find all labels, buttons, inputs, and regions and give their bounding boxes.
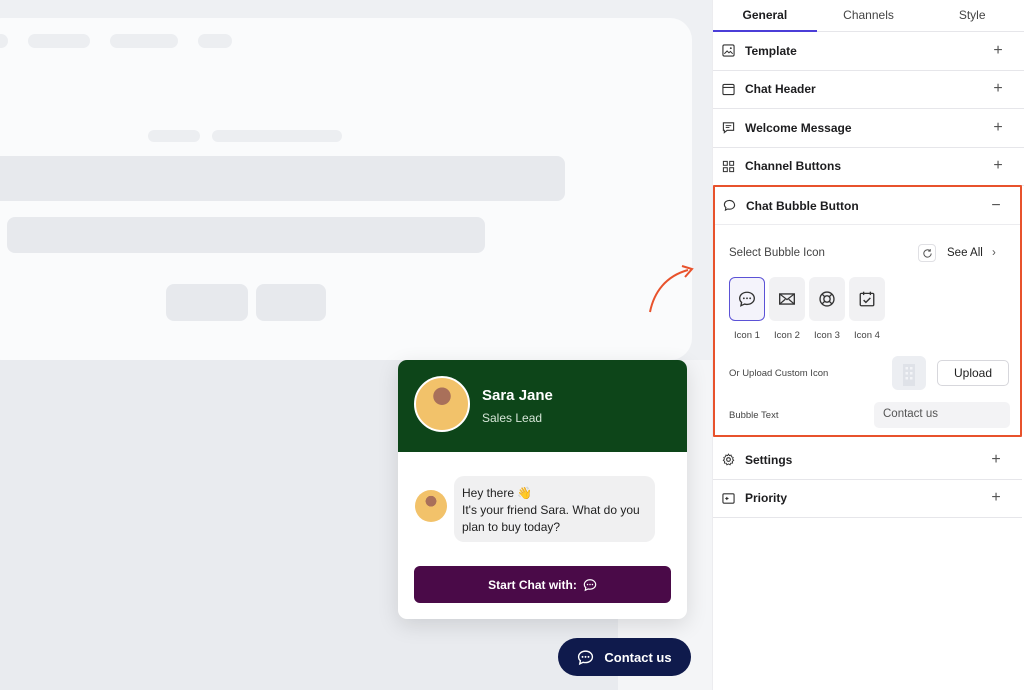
see-all-link[interactable]: See All ›	[947, 247, 996, 259]
section-label: Template	[745, 43, 797, 58]
speech-bubble-icon	[722, 199, 736, 213]
pointer-arrow-icon	[649, 265, 694, 313]
bubble-icon-option-1[interactable]	[729, 277, 765, 321]
settings-tabs: General Channels Style	[713, 0, 1024, 32]
bubble-icon-option-3[interactable]	[809, 277, 845, 321]
skeleton-line	[212, 130, 342, 142]
skeleton-button	[256, 284, 326, 321]
welcome-message-line1: Hey there 👋	[462, 486, 533, 500]
section-label: Channel Buttons	[745, 159, 841, 174]
agent-avatar	[414, 376, 470, 432]
icon-option-label: Icon 2	[774, 330, 800, 341]
section-chat-bubble-button: Chat Bubble Button − Select Bubble Icon …	[713, 185, 1022, 437]
skeleton-block	[7, 217, 485, 253]
agent-avatar-small	[415, 490, 447, 522]
launcher-label: Contact us	[604, 649, 672, 665]
chat-icon	[578, 649, 594, 665]
image-icon	[721, 44, 735, 58]
select-bubble-icon-label: Select Bubble Icon	[729, 247, 825, 259]
envelope-icon	[779, 293, 795, 305]
section-label: Chat Bubble Button	[746, 198, 859, 213]
plus-icon[interactable]: +	[992, 157, 1004, 175]
skeleton-nav	[198, 34, 232, 48]
preview-stage: Sara Jane Sales Lead Hey there 👋 It's yo…	[0, 0, 712, 690]
chat-widget-header: Sara Jane Sales Lead	[398, 360, 687, 452]
plus-icon[interactable]: +	[992, 42, 1004, 60]
plus-icon[interactable]: +	[992, 119, 1004, 137]
skeleton-nav	[28, 34, 90, 48]
lifebuoy-icon	[819, 291, 835, 307]
chat-icon	[739, 291, 755, 307]
chat-widget-preview: Sara Jane Sales Lead Hey there 👋 It's yo…	[398, 360, 687, 619]
chevron-right-icon: ›	[992, 247, 996, 259]
bubble-text-label: Bubble Text	[729, 410, 779, 421]
custom-icon-placeholder	[892, 356, 926, 390]
tab-channels[interactable]: Channels	[817, 0, 921, 31]
bubble-icon-option-4[interactable]	[849, 277, 885, 321]
bubble-icon-option-2[interactable]	[769, 277, 805, 321]
chat-bubble-launcher[interactable]: Contact us	[558, 638, 691, 676]
settings-panel: General Channels Style Template + Chat H…	[712, 0, 1024, 690]
start-chat-label: Start Chat with:	[488, 577, 577, 592]
section-settings[interactable]: Settings +	[713, 441, 1022, 480]
section-template[interactable]: Template +	[713, 32, 1024, 71]
section-label: Chat Header	[745, 82, 816, 97]
section-label: Welcome Message	[745, 120, 852, 135]
upload-custom-icon-label: Or Upload Custom Icon	[729, 368, 829, 379]
plus-icon[interactable]: +	[990, 451, 1002, 469]
bubble-text-input[interactable]: Contact us	[874, 402, 1010, 428]
skeleton-line	[148, 130, 200, 142]
section-label: Settings	[745, 452, 793, 467]
window-icon	[721, 82, 735, 96]
agent-role: Sales Lead	[482, 411, 543, 425]
welcome-message-bubble: Hey there 👋 It's your friend Sara. What …	[454, 476, 655, 542]
building-icon	[903, 364, 915, 386]
see-all-label: See All	[947, 247, 983, 259]
section-channel-buttons[interactable]: Channel Buttons +	[713, 148, 1024, 186]
skeleton-nav	[110, 34, 178, 48]
section-label: Priority	[745, 491, 788, 506]
plus-icon[interactable]: +	[990, 489, 1002, 507]
icon-option-label: Icon 1	[734, 330, 760, 341]
section-welcome-message[interactable]: Welcome Message +	[713, 109, 1024, 148]
icon-option-label: Icon 3	[814, 330, 840, 341]
lower-sections: Settings + Priority +	[713, 441, 1022, 518]
tab-style[interactable]: Style	[920, 0, 1024, 31]
skeleton-block	[0, 156, 565, 201]
section-priority[interactable]: Priority +	[713, 480, 1022, 518]
plus-icon[interactable]: +	[992, 80, 1004, 98]
upload-button[interactable]: Upload	[937, 360, 1009, 386]
tab-general[interactable]: General	[713, 0, 817, 32]
agent-name: Sara Jane	[482, 387, 553, 404]
refresh-icon[interactable]	[918, 244, 936, 262]
skeleton-button	[166, 284, 248, 321]
priority-icon	[721, 491, 735, 505]
message-icon	[721, 121, 735, 135]
welcome-message-line2: It's your friend Sara. What do you plan …	[462, 503, 640, 534]
icon-option-label: Icon 4	[854, 330, 880, 341]
start-chat-button[interactable]: Start Chat with:	[414, 566, 671, 603]
section-chat-bubble-header[interactable]: Chat Bubble Button −	[715, 187, 1020, 225]
section-chat-header[interactable]: Chat Header +	[713, 71, 1024, 109]
calendar-check-icon	[859, 291, 875, 307]
gear-icon	[721, 453, 735, 467]
minus-icon[interactable]: −	[990, 197, 1002, 215]
grid-icon	[721, 159, 735, 173]
chat-icon	[583, 578, 597, 591]
